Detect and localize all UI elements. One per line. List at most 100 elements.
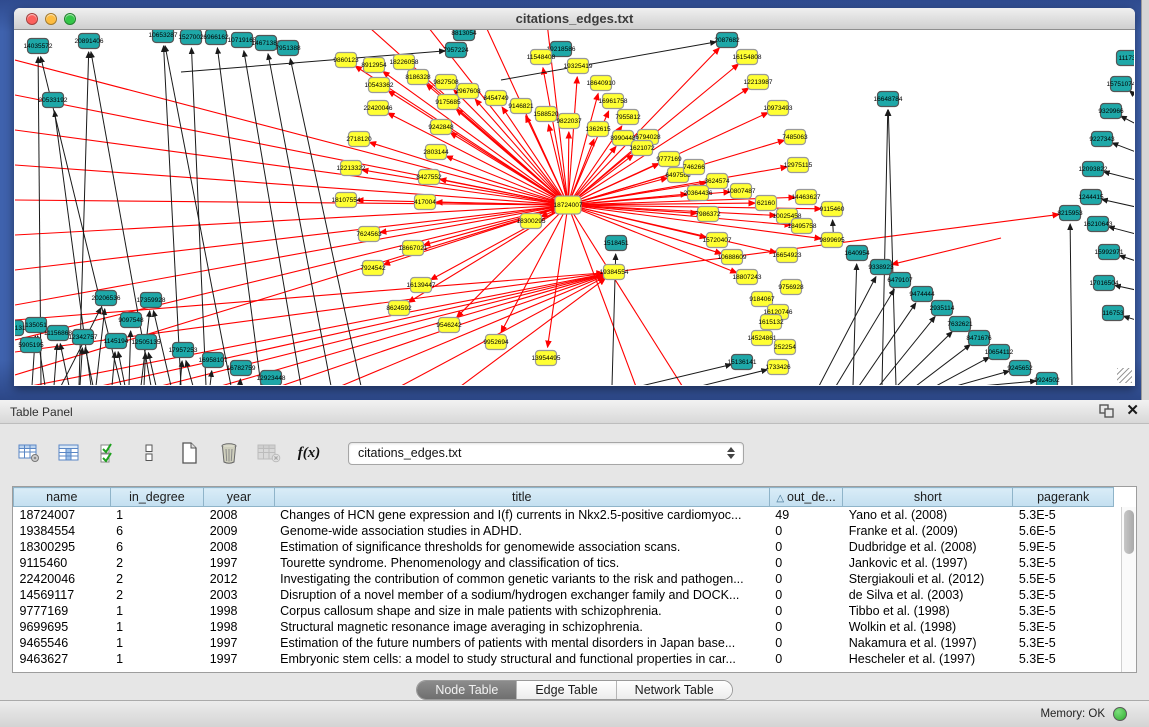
row-height-icon[interactable]: [136, 440, 162, 466]
table-cell[interactable]: 22420046: [14, 571, 111, 587]
graph-node[interactable]: 15751074: [1107, 77, 1134, 92]
column-header-pagerank[interactable]: pagerank: [1013, 488, 1114, 507]
table-cell[interactable]: 1: [110, 603, 204, 619]
graph-node[interactable]: 16139447: [407, 278, 436, 293]
graph-node[interactable]: 1588520: [533, 107, 559, 122]
graph-node[interactable]: 1145194: [104, 334, 129, 349]
table-cell[interactable]: Dudbridge et al. (2008): [843, 539, 1013, 555]
table-cell[interactable]: 5.6E-5: [1013, 523, 1114, 539]
graph-node[interactable]: 9175685: [435, 95, 461, 110]
graph-node[interactable]: 12213322: [337, 161, 366, 176]
table-cell[interactable]: Tourette syndrome. Phenomenology and cla…: [274, 555, 769, 571]
tab-edge-table[interactable]: Edge Table: [516, 681, 615, 699]
graph-node[interactable]: 6966162: [203, 30, 229, 45]
graph-node[interactable]: 16961758: [599, 94, 628, 109]
graph-node[interactable]: 2967608: [455, 84, 481, 99]
graph-node[interactable]: 9924502: [1034, 373, 1060, 386]
graph-node[interactable]: 14524861: [748, 331, 777, 346]
graph-node[interactable]: 11548408: [527, 50, 556, 65]
table-cell[interactable]: 2003: [204, 587, 274, 603]
float-panel-icon[interactable]: [1099, 404, 1114, 418]
graph-node[interactable]: 7924542: [360, 261, 386, 276]
graph-node[interactable]: 18300295: [517, 214, 546, 229]
graph-node[interactable]: 16654923: [773, 248, 802, 263]
table-cell[interactable]: 1: [110, 507, 204, 523]
table-cell[interactable]: Corpus callosum shape and size in male p…: [274, 603, 769, 619]
table-cell[interactable]: 9777169: [14, 603, 111, 619]
graph-node[interactable]: 16782759: [227, 361, 256, 376]
graph-node[interactable]: 1640954: [844, 246, 870, 261]
graph-node[interactable]: 16210643: [1084, 217, 1113, 232]
table-cell[interactable]: 9699695: [14, 619, 111, 635]
graph-node[interactable]: 16958107: [199, 353, 228, 368]
table-cell[interactable]: Stergiakouli et al. (2012): [843, 571, 1013, 587]
table-row[interactable]: 2242004622012Investigating the contribut…: [14, 571, 1114, 587]
graph-node[interactable]: 62160: [756, 196, 777, 211]
table-row[interactable]: 969969511998Structural magnetic resonanc…: [14, 619, 1114, 635]
graph-node[interactable]: 10688609: [718, 250, 747, 265]
table-cell[interactable]: 0: [769, 555, 842, 571]
table-cell[interactable]: 49: [769, 507, 842, 523]
graph-node[interactable]: 1621072: [629, 141, 655, 156]
network-canvas[interactable]: 1403557220891406106532871527002696616210…: [15, 30, 1134, 385]
table-cell[interactable]: Investigating the contribution of common…: [274, 571, 769, 587]
table-cell[interactable]: 1997: [204, 651, 274, 667]
new-table-icon[interactable]: [176, 440, 202, 466]
table-cell[interactable]: Wolkin et al. (1998): [843, 619, 1013, 635]
graph-node[interactable]: 18667021: [399, 241, 428, 256]
graph-node[interactable]: 7624563: [356, 227, 382, 242]
column-header-out_de[interactable]: △out_de...: [769, 488, 842, 507]
table-cell[interactable]: Embryonic stem cells: a model to study s…: [274, 651, 769, 667]
table-row[interactable]: 1456911722003Disruption of a novel membe…: [14, 587, 1114, 603]
graph-node[interactable]: 116753: [1102, 306, 1124, 321]
table-row[interactable]: 1938455462009Genome-wide association stu…: [14, 523, 1114, 539]
graph-node[interactable]: 1518451: [603, 236, 629, 251]
graph-node[interactable]: 12093822: [1079, 162, 1108, 177]
graph-node[interactable]: 9227343: [1089, 132, 1115, 147]
graph-node[interactable]: 7632621: [947, 317, 973, 332]
table-cell[interactable]: Estimation of significance thresholds fo…: [274, 539, 769, 555]
table-cell[interactable]: 2009: [204, 523, 274, 539]
table-cell[interactable]: 2: [110, 571, 204, 587]
graph-node[interactable]: 9777169: [656, 152, 682, 167]
graph-node[interactable]: 10654112: [985, 345, 1014, 360]
table-cell[interactable]: 1: [110, 651, 204, 667]
column-header-in_degree[interactable]: in_degree: [110, 488, 204, 507]
graph-node[interactable]: 8624592: [386, 301, 412, 316]
graph-node[interactable]: 7485063: [782, 130, 808, 145]
table-cell[interactable]: 1997: [204, 555, 274, 571]
graph-node[interactable]: 2718120: [346, 132, 372, 147]
graph-node[interactable]: 9899695: [819, 233, 845, 248]
graph-node[interactable]: 2803144: [423, 145, 449, 160]
graph-node[interactable]: 12975115: [784, 158, 813, 173]
graph-node[interactable]: 20364436: [684, 186, 713, 201]
table-cell[interactable]: Structural magnetic resonance image aver…: [274, 619, 769, 635]
table-cell[interactable]: 2008: [204, 539, 274, 555]
graph-node[interactable]: 8427552: [416, 170, 442, 185]
table-cell[interactable]: 6: [110, 523, 204, 539]
table-cell[interactable]: 0: [769, 619, 842, 635]
graph-node[interactable]: 18640910: [587, 76, 616, 91]
graph-node[interactable]: 20891406: [75, 34, 104, 49]
table-cell[interactable]: 1998: [204, 619, 274, 635]
graph-node[interactable]: 1527002: [178, 30, 204, 45]
graph-node[interactable]: 18807243: [733, 270, 762, 285]
graph-node[interactable]: 9115460: [820, 202, 845, 217]
table-cell[interactable]: 5.3E-5: [1013, 619, 1114, 635]
network-window[interactable]: citations_edges.txt 14035572208914061065…: [14, 8, 1135, 386]
column-visibility-icon[interactable]: [56, 440, 82, 466]
graph-node[interactable]: 15720407: [703, 233, 732, 248]
table-cell[interactable]: 2: [110, 587, 204, 603]
network-window-titlebar[interactable]: citations_edges.txt: [14, 8, 1135, 30]
graph-node[interactable]: 2935114: [930, 301, 955, 316]
graph-node[interactable]: 1362615: [585, 122, 611, 137]
graph-node[interactable]: 2087682: [714, 33, 740, 48]
graph-node[interactable]: 746266: [683, 160, 705, 175]
graph-node[interactable]: 7957224: [443, 43, 469, 58]
table-cell[interactable]: 0: [769, 651, 842, 667]
graph-node[interactable]: 14463627: [792, 190, 821, 205]
select-columns-icon[interactable]: [96, 440, 122, 466]
table-row[interactable]: 1872400712008Changes of HCN gene express…: [14, 507, 1114, 523]
table-cell[interactable]: Hescheler et al. (1997): [843, 651, 1013, 667]
tab-node-table[interactable]: Node Table: [417, 681, 516, 699]
